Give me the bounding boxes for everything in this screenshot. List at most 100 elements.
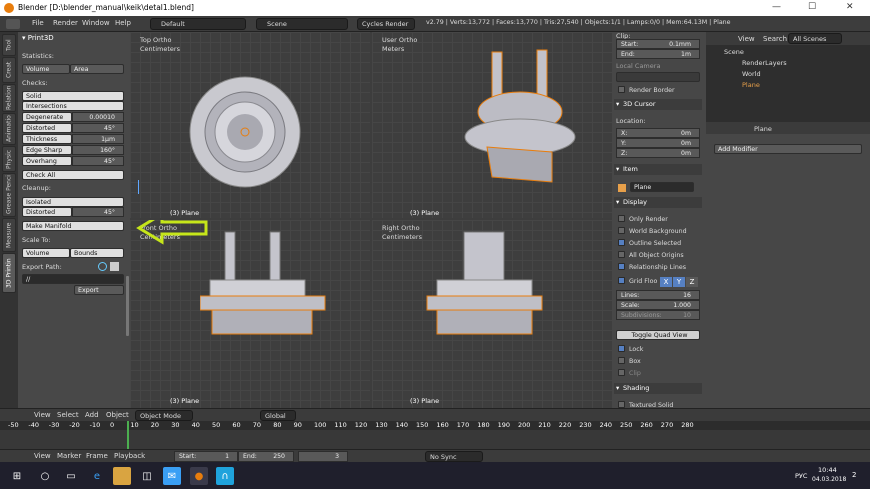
- render-engine-selector[interactable]: Cycles Render: [357, 18, 415, 30]
- clock-date[interactable]: 04.03.2018: [812, 476, 846, 483]
- clock-time[interactable]: 10:44: [818, 466, 837, 474]
- outliner-search-menu[interactable]: Search: [763, 35, 787, 43]
- notification-icon[interactable]: 2: [852, 471, 856, 479]
- export-path-field[interactable]: //: [22, 274, 124, 284]
- mail-icon[interactable]: ✉: [163, 467, 181, 485]
- tab-physics[interactable]: Physic: [2, 146, 16, 172]
- store-icon[interactable]: ◫: [138, 467, 156, 485]
- scene-selector[interactable]: Scene: [256, 18, 348, 30]
- tab-create[interactable]: Creat: [2, 57, 16, 83]
- tl-menu-playback[interactable]: Playback: [114, 452, 145, 460]
- lock-checkbox[interactable]: Lock: [618, 345, 643, 353]
- file-explorer-icon[interactable]: [113, 467, 131, 485]
- cursor-z-field[interactable]: Z: 0m: [616, 148, 700, 158]
- vp-menu-object[interactable]: Object: [106, 411, 129, 419]
- clip-end-field[interactable]: End: 1m: [616, 49, 700, 59]
- outline-selected-checkbox[interactable]: Outline Selected: [618, 239, 681, 247]
- tl-menu-marker[interactable]: Marker: [57, 452, 81, 460]
- distorted-button[interactable]: Distorted: [22, 123, 72, 133]
- outliner-filter-dropdown[interactable]: All Scenes: [788, 33, 842, 44]
- edge-sharp-value[interactable]: 160°: [72, 145, 124, 155]
- tab-grease-pencil[interactable]: Grease Penci: [2, 173, 16, 217]
- box-checkbox[interactable]: Box: [618, 357, 641, 365]
- tab-3d-printing[interactable]: 3D Printin: [2, 253, 16, 293]
- tl-menu-view[interactable]: View: [34, 452, 51, 460]
- outliner-item-world[interactable]: World: [742, 70, 761, 78]
- isolated-button[interactable]: Isolated: [22, 197, 124, 207]
- section-shading[interactable]: Shading: [614, 383, 702, 394]
- overhang-value[interactable]: 45°: [72, 156, 124, 166]
- layout-selector[interactable]: Default: [150, 18, 246, 30]
- vp-menu-add[interactable]: Add: [85, 411, 99, 419]
- edge-browser-icon[interactable]: e: [88, 467, 106, 485]
- clip-checkbox[interactable]: Clip: [618, 369, 641, 377]
- thickness-value[interactable]: 1µm: [72, 134, 124, 144]
- folder-icon[interactable]: [110, 262, 119, 271]
- overhang-button[interactable]: Overhang: [22, 156, 72, 166]
- menu-file[interactable]: File: [32, 19, 44, 27]
- outliner-item-plane[interactable]: Plane: [742, 81, 760, 89]
- minimize-button[interactable]: —: [772, 2, 781, 12]
- transform-orientation-dropdown[interactable]: Global: [260, 410, 296, 421]
- vp-menu-view[interactable]: View: [34, 411, 51, 419]
- viewport-user-ortho[interactable]: User Ortho Meters (3) Plane: [372, 32, 612, 218]
- cursor-y-field[interactable]: Y: 0m: [616, 138, 700, 148]
- outliner-item-renderlayers[interactable]: RenderLayers: [742, 59, 787, 67]
- windows-start-icon[interactable]: ⊞: [8, 467, 26, 485]
- area-button[interactable]: Area: [70, 64, 124, 74]
- search-icon[interactable]: ○: [36, 467, 54, 485]
- maximize-button[interactable]: ☐: [808, 2, 816, 12]
- solid-button[interactable]: Solid: [22, 91, 124, 101]
- task-view-icon[interactable]: ▭: [62, 467, 80, 485]
- language-indicator[interactable]: РУС: [795, 472, 807, 480]
- viewport-top-ortho[interactable]: Top Ortho Centimeters (3) Plane: [130, 32, 370, 218]
- axis-y-toggle[interactable]: Y: [673, 277, 685, 287]
- edge-sharp-button[interactable]: Edge Sharp: [22, 145, 72, 155]
- volume-button[interactable]: Volume: [22, 64, 70, 74]
- outliner-view-menu[interactable]: View: [738, 35, 755, 43]
- grid-floor-checkbox[interactable]: Grid Floo: [618, 277, 657, 285]
- 3d-viewport[interactable]: Top Ortho Centimeters (3) Plane User Ort…: [130, 32, 612, 408]
- world-background-checkbox[interactable]: World Background: [618, 227, 687, 235]
- distorted-cleanup-button[interactable]: Distorted: [22, 207, 72, 217]
- distorted-cleanup-value[interactable]: 45°: [72, 207, 124, 217]
- export-button[interactable]: Export: [74, 285, 124, 295]
- all-object-origins-checkbox[interactable]: All Object Origins: [618, 251, 684, 259]
- tab-relations[interactable]: Relation: [2, 84, 16, 112]
- app-icon[interactable]: ∩: [216, 467, 234, 485]
- panel-scrollbar[interactable]: [126, 276, 129, 336]
- axis-x-toggle[interactable]: X: [660, 277, 672, 287]
- menu-render[interactable]: Render: [53, 19, 78, 27]
- degenerate-button[interactable]: Degenerate: [22, 112, 72, 122]
- tl-menu-frame[interactable]: Frame: [86, 452, 108, 460]
- panel-header-print3d[interactable]: ▾ Print3D: [22, 34, 54, 42]
- scale-bounds-button[interactable]: Bounds: [70, 248, 124, 258]
- close-button[interactable]: ✕: [846, 2, 854, 12]
- relationship-lines-checkbox[interactable]: Relationship Lines: [618, 263, 686, 271]
- distorted-value[interactable]: 45°: [72, 123, 124, 133]
- thickness-button[interactable]: Thickness: [22, 134, 72, 144]
- start-frame-field[interactable]: Start: 1: [174, 451, 238, 462]
- section-3d-cursor[interactable]: 3D Cursor: [614, 99, 702, 110]
- outliner-item-scene[interactable]: Scene: [724, 48, 744, 56]
- item-name-field[interactable]: Plane: [630, 182, 694, 192]
- sync-dropdown[interactable]: No Sync: [425, 451, 483, 462]
- render-border-checkbox[interactable]: Render Border: [618, 86, 675, 94]
- end-frame-field[interactable]: End: 250: [238, 451, 294, 462]
- tab-measure[interactable]: Measure: [2, 218, 16, 252]
- viewport-front-ortho[interactable]: Front Ortho Centimeters (3) Plane: [130, 220, 370, 408]
- section-item[interactable]: Item: [614, 164, 702, 175]
- current-frame-field[interactable]: 3: [298, 451, 348, 462]
- properties-tabs[interactable]: [706, 122, 870, 134]
- check-all-button[interactable]: Check All: [22, 170, 124, 180]
- editor-type-icon[interactable]: [6, 19, 20, 29]
- add-modifier-dropdown[interactable]: Add Modifier: [714, 144, 862, 154]
- section-display[interactable]: Display: [614, 197, 702, 208]
- current-frame-marker[interactable]: [127, 421, 129, 449]
- mode-dropdown[interactable]: Object Mode: [135, 410, 193, 421]
- vp-menu-select[interactable]: Select: [57, 411, 79, 419]
- clip-start-field[interactable]: Start: 0.1mm: [616, 39, 700, 49]
- blender-taskbar-icon[interactable]: ●: [190, 467, 208, 485]
- axis-z-toggle[interactable]: Z: [686, 277, 698, 287]
- cursor-x-field[interactable]: X: 0m: [616, 128, 700, 138]
